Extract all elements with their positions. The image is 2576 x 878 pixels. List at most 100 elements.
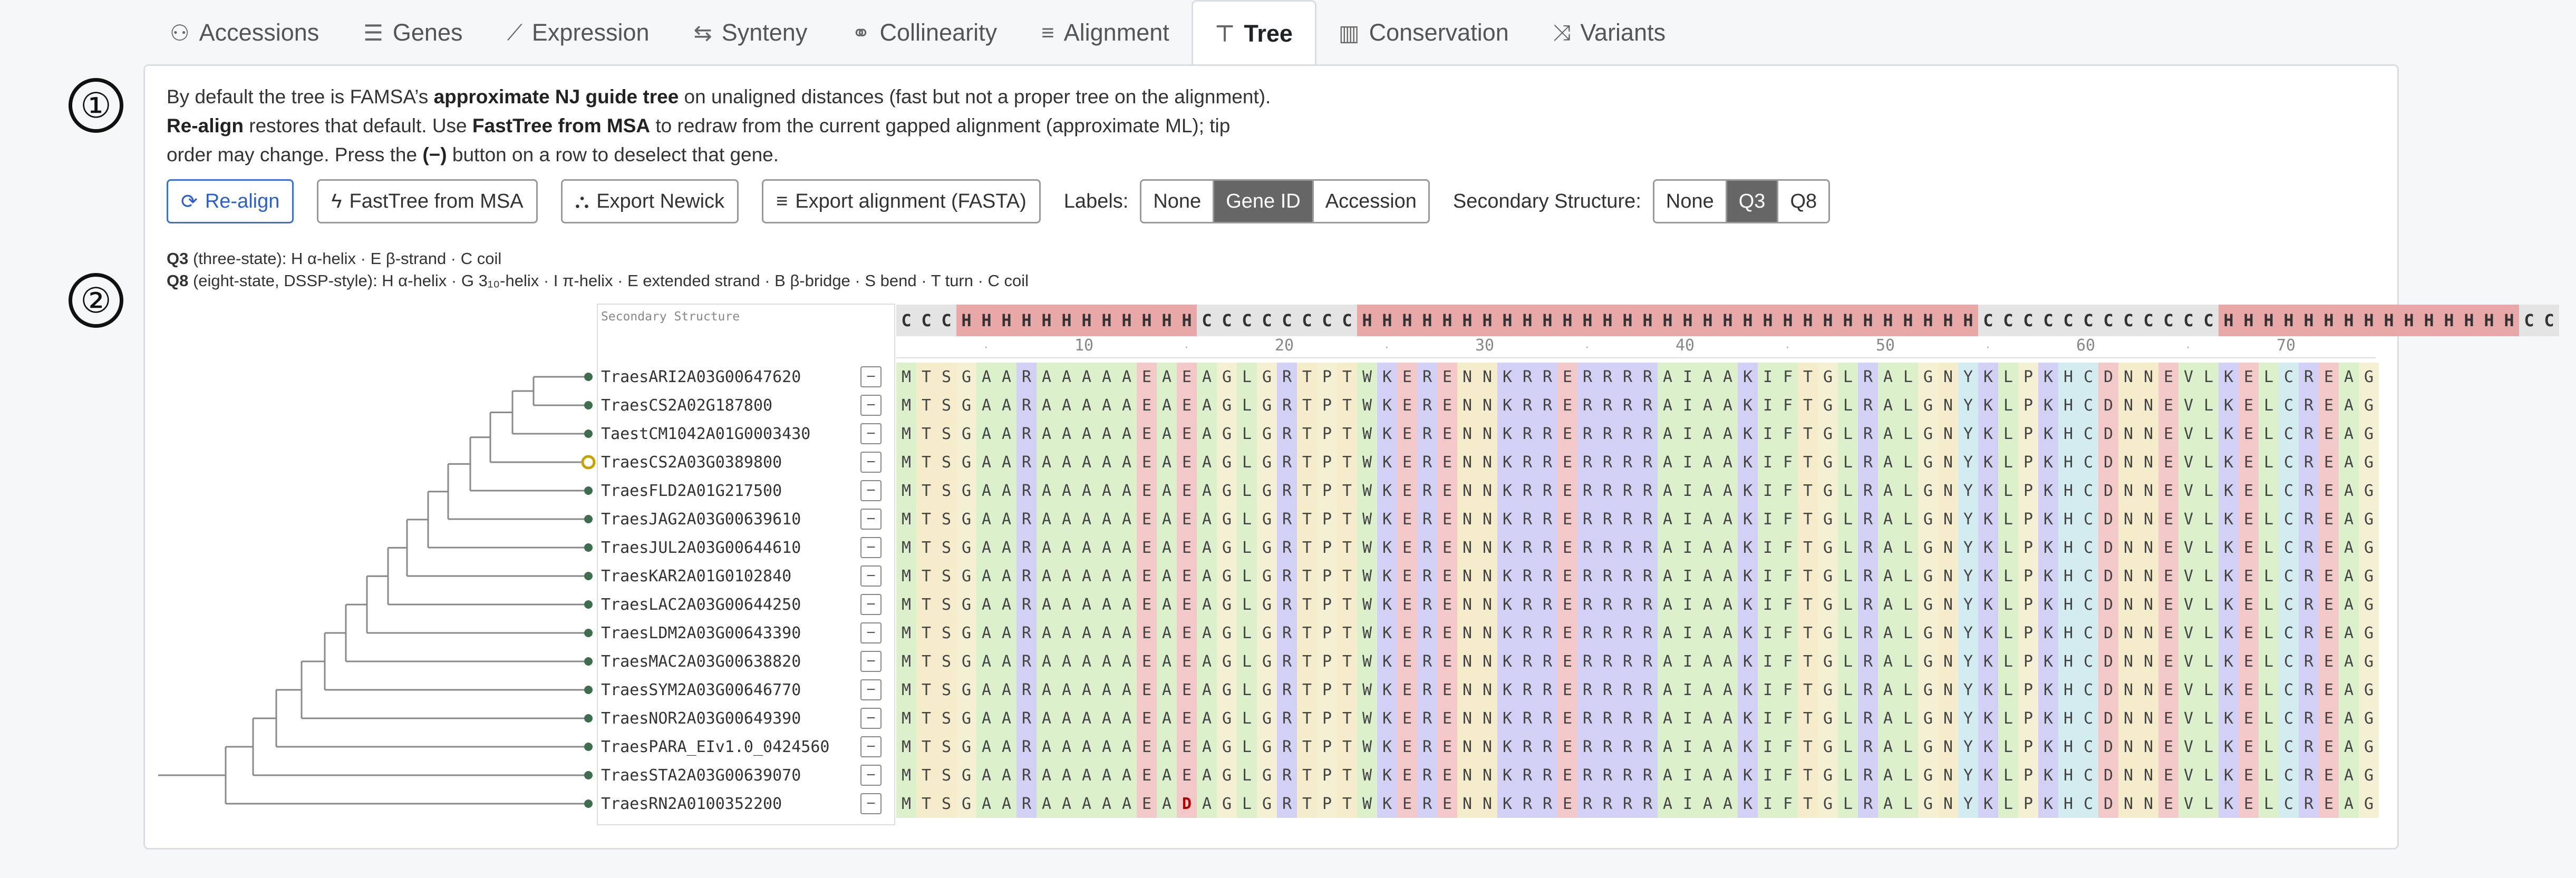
deselect-gene-button[interactable]: − bbox=[860, 452, 882, 473]
fasttree-button[interactable]: ϟ FastTree from MSA bbox=[317, 179, 538, 223]
deselect-gene-button[interactable]: − bbox=[860, 594, 882, 615]
residue-cell: N bbox=[2138, 619, 2158, 647]
residue-cell: E bbox=[1557, 590, 1577, 619]
residue-cell: G bbox=[956, 647, 976, 676]
tree-tip-node[interactable] bbox=[584, 486, 593, 495]
residue-cell: A bbox=[1077, 448, 1097, 476]
tree-tip-node[interactable] bbox=[584, 430, 593, 438]
labels-option-gene-id[interactable]: Gene ID bbox=[1214, 181, 1314, 222]
residue-cell: T bbox=[1297, 448, 1317, 476]
residue-cell: A bbox=[1157, 590, 1177, 619]
residue-cell: N bbox=[2118, 533, 2138, 562]
residue-cell: G bbox=[1918, 476, 1938, 505]
residue-cell: T bbox=[1798, 619, 1818, 647]
tree-tip-node[interactable] bbox=[584, 600, 593, 609]
residue-cell: L bbox=[1838, 619, 1858, 647]
residue-cell: D bbox=[2098, 533, 2118, 562]
residue-cell: A bbox=[1057, 590, 1077, 619]
deselect-gene-button[interactable]: − bbox=[860, 622, 882, 643]
deselect-gene-button[interactable]: − bbox=[860, 793, 882, 814]
residue-cell: E bbox=[1557, 448, 1577, 476]
residue-cell: K bbox=[1377, 647, 1397, 676]
export-fasta-button[interactable]: ≡ Export alignment (FASTA) bbox=[762, 179, 1041, 223]
tab-variants[interactable]: ⤨ Variants bbox=[1531, 0, 1688, 65]
residue-cell: D bbox=[1177, 789, 1197, 818]
residue-cell: R bbox=[1277, 676, 1297, 704]
ss-cell: H bbox=[2239, 305, 2259, 336]
deselect-gene-button[interactable]: − bbox=[860, 366, 882, 387]
residue-cell: K bbox=[1978, 363, 1998, 391]
residue-cell: E bbox=[2158, 420, 2178, 448]
deselect-gene-button[interactable]: − bbox=[860, 736, 882, 757]
deselect-gene-button[interactable]: − bbox=[860, 679, 882, 700]
labels-option-accession[interactable]: Accession bbox=[1313, 181, 1428, 222]
tab-expression[interactable]: ⟋ Expression bbox=[485, 0, 672, 65]
residue-cell: R bbox=[1517, 704, 1537, 733]
ss-cell: H bbox=[1357, 305, 1377, 336]
msa-row: MTSGAARAAAAAEAEAGLGRTPTWKERENNKRRERRRRAI… bbox=[896, 676, 2379, 704]
residue-cell: R bbox=[1417, 505, 1437, 533]
tab-alignment[interactable]: ≡ Alignment bbox=[1019, 0, 1192, 65]
tree-tip-node[interactable] bbox=[584, 743, 593, 751]
tree-tip-node[interactable] bbox=[584, 686, 593, 694]
tree-tip-node[interactable] bbox=[584, 515, 593, 523]
residue-cell: R bbox=[1537, 420, 1557, 448]
residue-cell: R bbox=[1016, 476, 1037, 505]
tab-accessions[interactable]: ⚇ Accessions bbox=[148, 0, 341, 65]
residue-cell: A bbox=[1698, 761, 1718, 789]
deselect-gene-button[interactable]: − bbox=[860, 765, 882, 786]
residue-cell: G bbox=[1918, 562, 1938, 590]
residue-cell: N bbox=[1457, 420, 1477, 448]
residue-cell: E bbox=[2158, 533, 2178, 562]
gene-row-label: TraesFLD2A01G217500 bbox=[601, 481, 782, 500]
residue-cell: C bbox=[2078, 562, 2098, 590]
tab-conservation[interactable]: ▥ Conservation bbox=[1316, 0, 1531, 65]
residue-cell: R bbox=[1537, 761, 1557, 789]
ss-option-q3[interactable]: Q3 bbox=[1727, 181, 1779, 222]
tree-tip-node[interactable] bbox=[584, 572, 593, 580]
deselect-gene-button[interactable]: − bbox=[860, 537, 882, 558]
tree-tip-node[interactable] bbox=[584, 657, 593, 666]
deselect-gene-button[interactable]: − bbox=[860, 423, 882, 444]
residue-cell: N bbox=[1457, 391, 1477, 420]
deselect-gene-button[interactable]: − bbox=[860, 509, 882, 530]
tab-collinearity[interactable]: ⚭ Collinearity bbox=[829, 0, 1019, 65]
residue-cell: E bbox=[2239, 704, 2259, 733]
tree-tip-node[interactable] bbox=[584, 629, 593, 637]
residue-cell: A bbox=[996, 391, 1016, 420]
tab-tree[interactable]: ⊤ Tree bbox=[1191, 0, 1316, 65]
tree-tip-node[interactable] bbox=[584, 401, 593, 409]
ss-option-none[interactable]: None bbox=[1654, 181, 1727, 222]
deselect-gene-button[interactable]: − bbox=[860, 480, 882, 501]
residue-cell: N bbox=[1477, 562, 1497, 590]
residue-cell: E bbox=[2239, 363, 2259, 391]
tree-tip-node[interactable] bbox=[584, 771, 593, 779]
labels-option-none[interactable]: None bbox=[1141, 181, 1215, 222]
residue-cell: A bbox=[996, 476, 1016, 505]
tree-tip-node[interactable] bbox=[581, 455, 596, 470]
tab-synteny[interactable]: ⇆ Synteny bbox=[672, 0, 830, 65]
residue-cell: L bbox=[2199, 647, 2219, 676]
residue-cell: A bbox=[1117, 448, 1137, 476]
gene-row-label: TraesLAC2A03G00644250 bbox=[601, 595, 801, 614]
tree-tip-node[interactable] bbox=[584, 799, 593, 808]
tree-tip-node[interactable] bbox=[584, 714, 593, 723]
residue-cell: N bbox=[1938, 761, 1958, 789]
ss-option-q8[interactable]: Q8 bbox=[1778, 181, 1829, 222]
residue-cell: P bbox=[2018, 562, 2038, 590]
deselect-gene-button[interactable]: − bbox=[860, 708, 882, 729]
tree-tip-node[interactable] bbox=[584, 373, 593, 381]
tree-tip-node[interactable] bbox=[584, 543, 593, 552]
msa-row: MTSGAARAAAAAEAEAGLGRTPTWKERENNKRRERRRRAI… bbox=[896, 448, 2379, 476]
residue-cell: A bbox=[976, 562, 996, 590]
deselect-gene-button[interactable]: − bbox=[860, 395, 882, 416]
residue-cell: A bbox=[1157, 704, 1177, 733]
residue-cell: K bbox=[2038, 590, 2058, 619]
deselect-gene-button[interactable]: − bbox=[860, 651, 882, 672]
export-newick-button[interactable]: ⛬ Export Newick bbox=[560, 179, 739, 223]
tab-genes[interactable]: ☰ Genes bbox=[341, 0, 485, 65]
deselect-gene-button[interactable]: − bbox=[860, 565, 882, 587]
realign-button[interactable]: ⟳ Re-align bbox=[167, 179, 294, 223]
residue-cell: N bbox=[2118, 619, 2138, 647]
residue-cell: G bbox=[956, 619, 976, 647]
